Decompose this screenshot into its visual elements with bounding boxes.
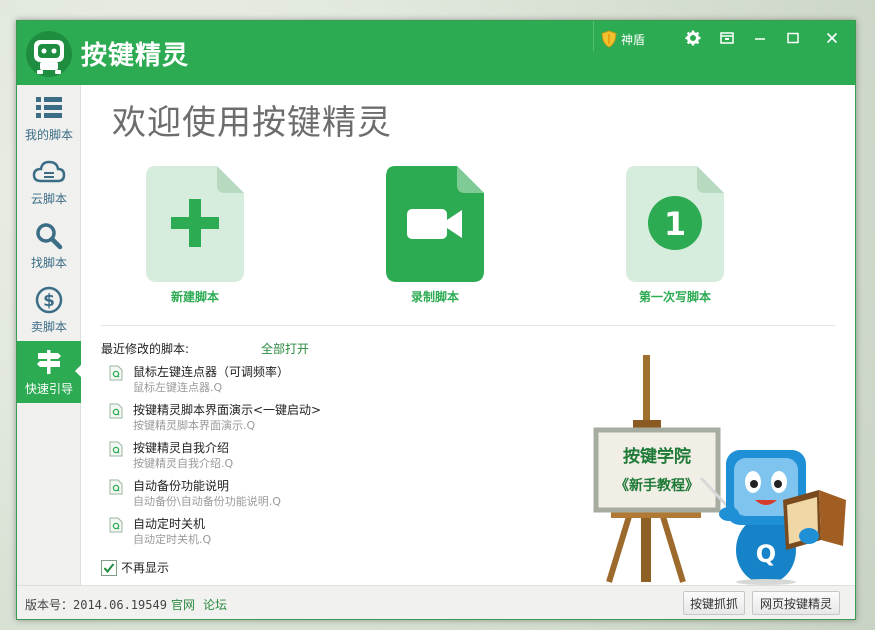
settings-button[interactable] (680, 27, 706, 49)
sidebar-item-quick-guide[interactable]: 快速引导 (17, 341, 82, 403)
recent-script-path: 自动定时关机.Q (133, 533, 212, 546)
sidebar-item-label: 云脚本 (30, 192, 67, 206)
video-camera-icon (386, 166, 484, 282)
app-window: 按键精灵 神盾 我的脚本 云脚本 找脚本 $ 卖脚本 快速引导 欢迎使用按键精灵… (16, 20, 856, 620)
recent-script-item[interactable]: 自动备份功能说明 自动备份\自动备份功能说明.Q (109, 477, 409, 515)
close-button[interactable] (819, 27, 845, 49)
first-script-button[interactable]: 1 第一次写脚本 (615, 165, 735, 315)
recent-script-item[interactable]: 按键精灵脚本界面演示<一键启动> 按键精灵脚本界面演示.Q (109, 401, 409, 439)
recent-script-name: 按键精灵自我介绍 (133, 441, 230, 455)
plus-icon (146, 166, 244, 282)
skin-button[interactable] (714, 27, 740, 49)
script-file-icon (109, 365, 123, 381)
recent-script-item[interactable]: 自动定时关机 自动定时关机.Q (109, 515, 409, 553)
sidebar: 我的脚本 云脚本 找脚本 $ 卖脚本 快速引导 (17, 85, 82, 585)
recent-script-name: 鼠标左键连点器（可调频率） (133, 365, 290, 379)
welcome-heading: 欢迎使用按键精灵 (112, 103, 392, 143)
close-icon (826, 32, 838, 44)
sidebar-item-cloud-scripts[interactable]: 云脚本 (17, 153, 81, 215)
recent-script-path: 按键精灵自我介绍.Q (133, 457, 234, 470)
do-not-show-label: 不再显示 (121, 561, 170, 575)
recent-script-name: 自动备份功能说明 (133, 479, 230, 493)
recent-script-name: 按键精灵脚本界面演示<一键启动> (133, 403, 322, 417)
section-divider (101, 325, 835, 326)
number-one-icon: 1 (626, 166, 724, 282)
board-subtitle: 《新手教程》 (615, 477, 699, 494)
script-file-icon (109, 479, 123, 495)
window-mode-icon (720, 32, 734, 44)
badge-number: 1 (664, 205, 686, 243)
maximize-icon (787, 32, 799, 44)
recent-script-name: 自动定时关机 (133, 517, 206, 531)
board-title: 按键学院 (623, 446, 691, 467)
official-site-link[interactable]: 官网 (171, 596, 195, 613)
app-title: 按键精灵 (81, 41, 190, 71)
sidebar-item-label: 卖脚本 (30, 320, 67, 334)
mascot-letter: Q (756, 540, 776, 568)
script-file-icon (109, 441, 123, 457)
recent-script-path: 鼠标左键连点器.Q (133, 381, 223, 394)
maximize-button[interactable] (780, 27, 806, 49)
script-file-icon (109, 517, 123, 533)
recent-scripts-label: 最近修改的脚本: (101, 342, 190, 356)
script-file-icon (109, 403, 123, 419)
shield-icon (601, 30, 617, 48)
checkbox-box[interactable] (101, 559, 117, 576)
svg-text:$: $ (43, 291, 55, 311)
shield-button[interactable]: 神盾 (601, 29, 645, 49)
recent-script-path: 按键精灵脚本界面演示.Q (133, 419, 256, 432)
sidebar-item-sell-scripts[interactable]: $ 卖脚本 (17, 281, 81, 343)
sidebar-item-my-scripts[interactable]: 我的脚本 (17, 89, 81, 151)
new-script-button[interactable]: 新建脚本 (135, 165, 255, 315)
signpost-icon (37, 350, 61, 374)
recent-script-item[interactable]: 按键精灵自我介绍 按键精灵自我介绍.Q (109, 439, 409, 477)
app-logo-icon (26, 31, 72, 77)
sidebar-item-label: 我的脚本 (24, 128, 73, 142)
main-content: 欢迎使用按键精灵 新建脚本 录制脚本 1 第一次写脚本 最近修改的脚本: 全部打… (81, 85, 855, 585)
minimize-button[interactable] (747, 27, 773, 49)
gear-icon (685, 30, 701, 46)
checkmark-icon (103, 562, 115, 573)
academy-illustration: 按键学院 《新手教程》 Q (593, 355, 846, 585)
capture-tool-button[interactable]: 按键抓抓 (683, 591, 745, 615)
recent-script-path: 自动备份\自动备份功能说明.Q (133, 495, 281, 508)
list-icon (36, 97, 62, 118)
status-bar: 版本号：2014.06.19549 官网 论坛 按键抓抓 网页按键精灵 (17, 585, 855, 619)
recent-script-item[interactable]: 鼠标左键连点器（可调频率） 鼠标左键连点器.Q (109, 363, 409, 401)
web-qmacro-button[interactable]: 网页按键精灵 (752, 591, 840, 615)
recent-scripts-list: 鼠标左键连点器（可调频率） 鼠标左键连点器.Q 按键精灵脚本界面演示<一键启动>… (109, 363, 409, 553)
sidebar-item-label: 快速引导 (24, 382, 73, 396)
sidebar-item-label: 找脚本 (30, 256, 67, 270)
title-bar[interactable]: 按键精灵 神盾 (17, 21, 855, 85)
shield-label: 神盾 (621, 32, 646, 47)
dollar-icon: $ (35, 286, 63, 314)
do-not-show-checkbox[interactable]: 不再显示 (101, 559, 169, 576)
search-icon (36, 223, 63, 250)
action-label: 新建脚本 (170, 290, 219, 304)
version-label: 版本号：2014.06.19549 (25, 598, 167, 612)
title-separator (593, 21, 594, 51)
cloud-icon (32, 160, 66, 183)
open-all-link[interactable]: 全部打开 (261, 340, 309, 357)
action-label: 录制脚本 (410, 290, 459, 304)
forum-link[interactable]: 论坛 (203, 596, 227, 613)
record-script-button[interactable]: 录制脚本 (375, 165, 495, 315)
action-label: 第一次写脚本 (638, 290, 711, 304)
minimize-icon (755, 38, 765, 40)
sidebar-item-find-scripts[interactable]: 找脚本 (17, 217, 81, 279)
